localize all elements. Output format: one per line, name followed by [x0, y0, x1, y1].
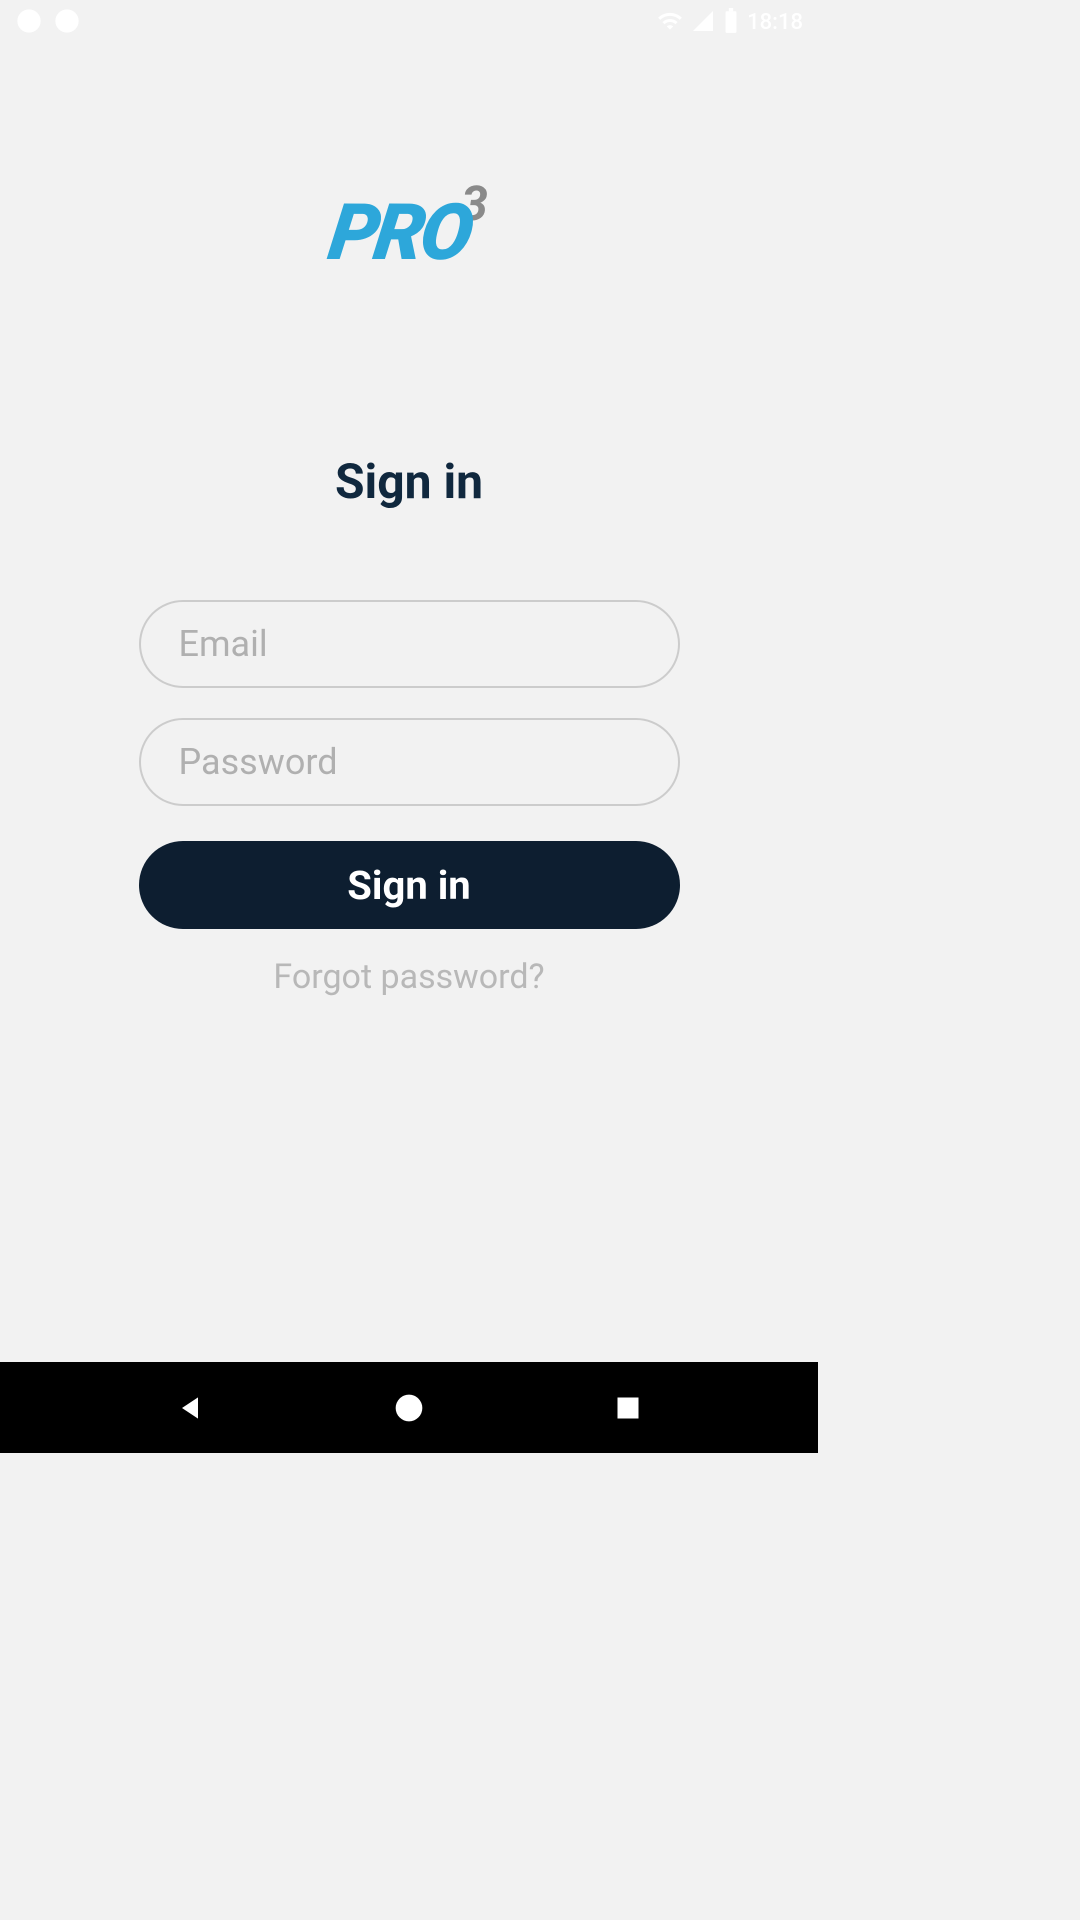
- wifi-icon: [657, 8, 683, 38]
- back-button[interactable]: [165, 1383, 215, 1433]
- battery-icon: [723, 8, 739, 38]
- navigation-bar: [0, 1362, 818, 1453]
- logo-text: PRO: [325, 195, 475, 273]
- forgot-password-link[interactable]: Forgot password?: [273, 957, 544, 997]
- signin-form: Sign in: [139, 600, 680, 929]
- signin-button[interactable]: Sign in: [139, 841, 680, 929]
- password-field[interactable]: [139, 718, 680, 806]
- status-time: 18:18: [747, 10, 803, 35]
- status-bar-right: 18:18: [657, 8, 803, 38]
- home-button[interactable]: [384, 1383, 434, 1433]
- status-bar-left: [15, 7, 81, 39]
- status-bar: 18:18: [0, 0, 818, 45]
- main-content: PRO 3 Sign in Sign in Forgot password?: [0, 45, 818, 997]
- app-logo: PRO 3: [330, 195, 488, 273]
- page-title: Sign in: [335, 453, 483, 510]
- app-icon: [53, 7, 81, 39]
- notification-icon: [15, 7, 43, 39]
- email-field[interactable]: [139, 600, 680, 688]
- signal-icon: [691, 9, 715, 37]
- recents-button[interactable]: [603, 1383, 653, 1433]
